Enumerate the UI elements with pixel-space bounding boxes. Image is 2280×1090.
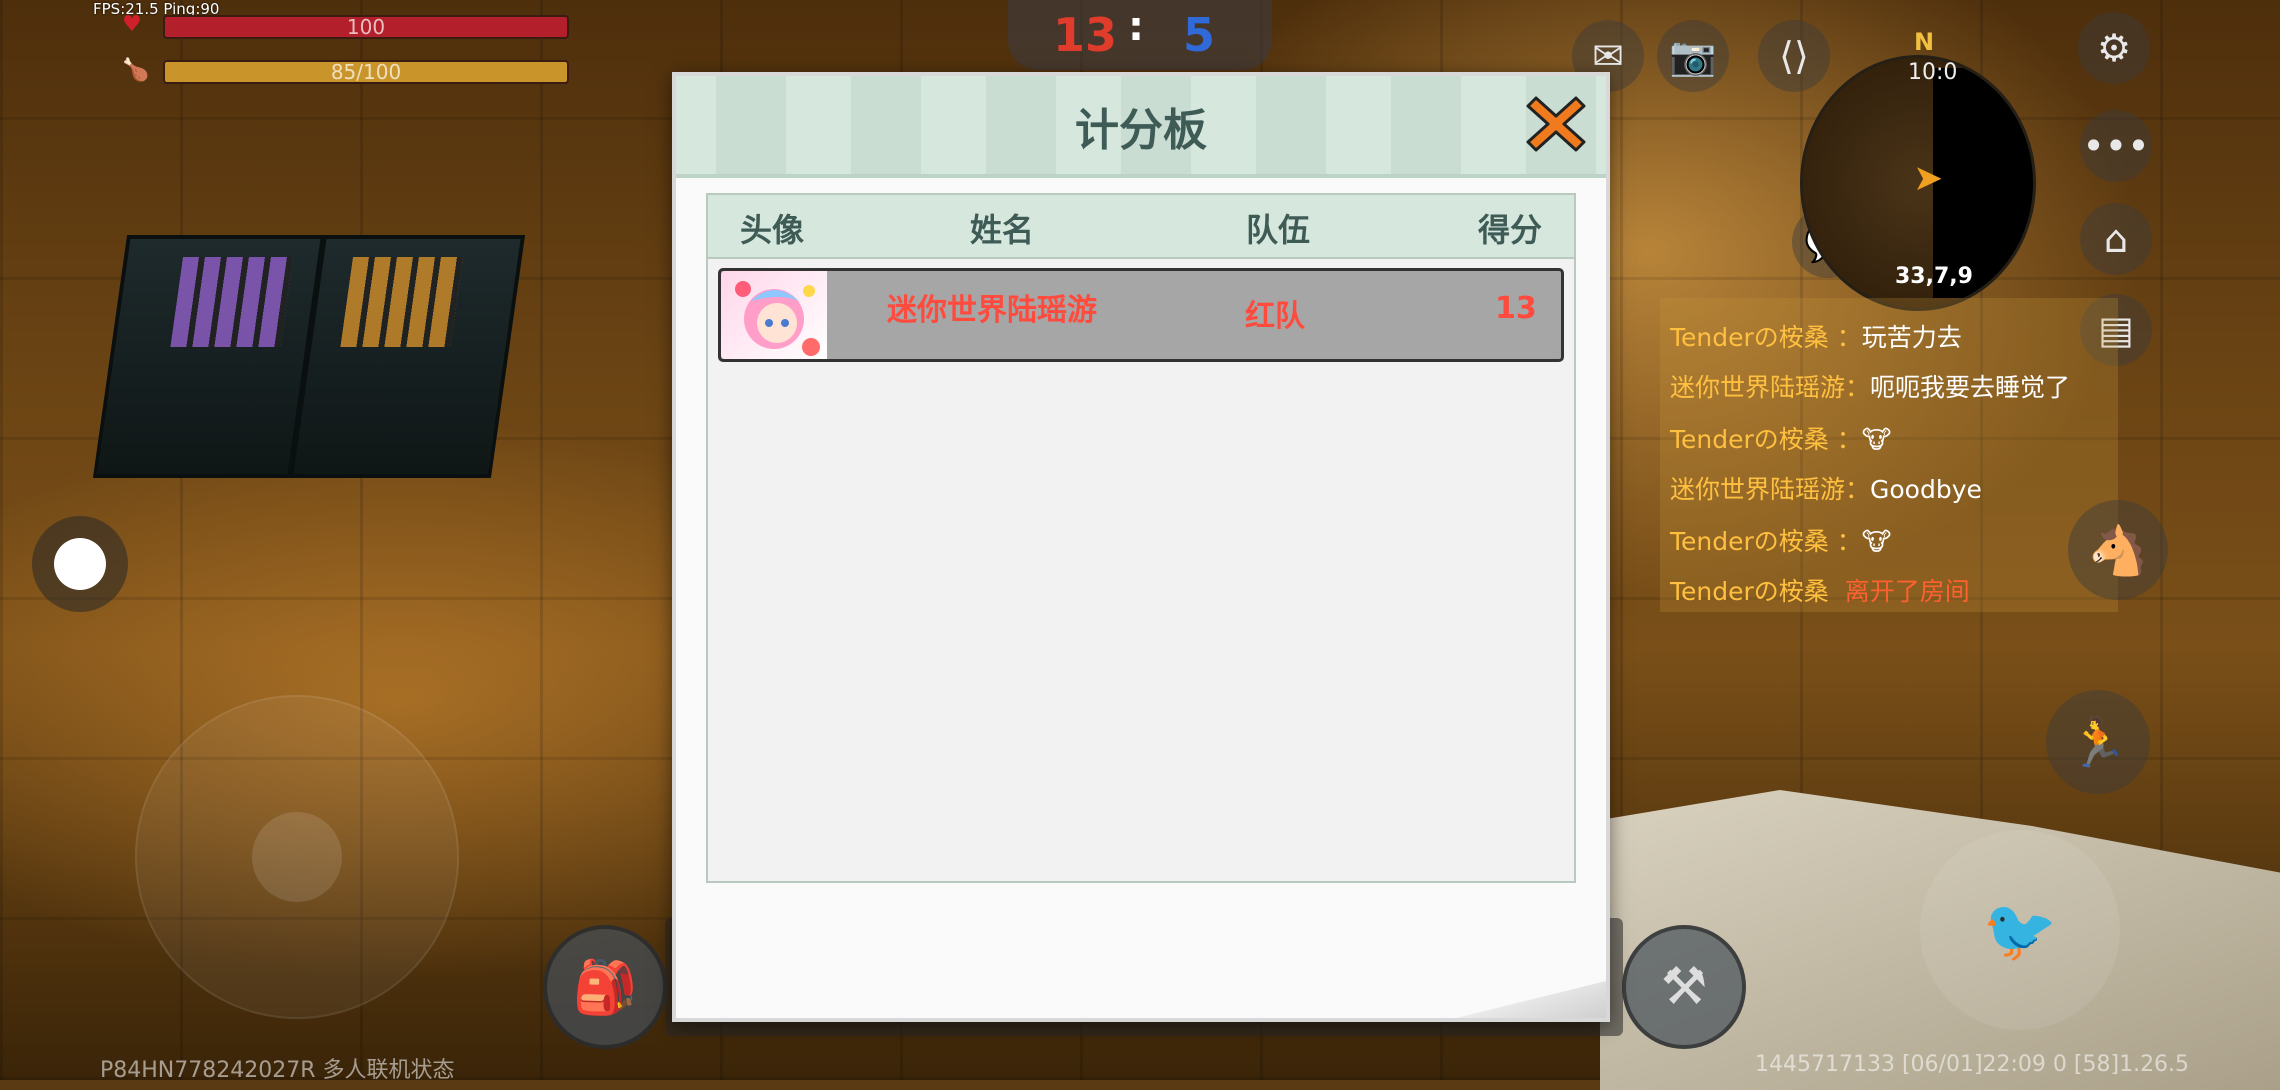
col-name: 姓名 (970, 211, 1035, 249)
team-score-box: 13 : 5 (1008, 0, 1272, 70)
jump-icon[interactable]: 🐦 (1920, 830, 2120, 1030)
wall-door (92, 235, 526, 478)
gear-icon[interactable]: ⚙ (2078, 12, 2150, 84)
more-icon[interactable]: ••• (2080, 110, 2152, 182)
scoreboard-dialog: 计分板 头像 姓名 队伍 得分 迷你世界陆瑶游 红队 13 (672, 72, 1610, 1022)
chat-line: Tenderの桉桑 ：玩苦力去 (1670, 323, 1962, 352)
chat-line: 迷你世界陆瑶游：Goodbye (1670, 475, 1982, 504)
close-icon (1526, 96, 1586, 152)
table-header: 头像 姓名 队伍 得分 (708, 195, 1574, 259)
player-name: 迷你世界陆瑶游 (887, 293, 1097, 328)
score-separator: : (1128, 4, 1144, 50)
dialog-title: 计分板 (1075, 105, 1207, 156)
chat-line: Tenderの桉桑 ：🐮 (1670, 527, 1892, 556)
home-icon[interactable]: ⌂ (2080, 203, 2152, 275)
chat-panel: Tenderの桉桑 ：玩苦力去 迷你世界陆瑶游：呃呃我要去睡觉了 Tenderの… (1660, 298, 2118, 612)
hunger-bar: 85/100 (163, 60, 569, 84)
minimap-time: 10:0 (1908, 60, 1958, 85)
health-bar: 100 (163, 15, 569, 39)
col-team: 队伍 (1246, 211, 1311, 249)
camera-icon[interactable]: 📷 (1657, 20, 1729, 92)
movement-joystick[interactable] (135, 695, 459, 1019)
player-team: 红队 (1245, 299, 1305, 334)
close-button[interactable] (1526, 94, 1586, 154)
avatar (721, 271, 827, 359)
avatar-icon (735, 281, 820, 356)
mount-icon[interactable]: 🐴 (2068, 500, 2168, 600)
chat-line: Tenderの桉桑 离开了房间 (1670, 577, 1970, 606)
chat-line: 迷你世界陆瑶游：呃呃我要去睡觉了 (1670, 373, 2071, 402)
crafting-icon[interactable]: ⚒ (1622, 925, 1746, 1049)
chat-line: Tenderの桉桑 ：🐮 (1670, 425, 1892, 454)
crouch-icon[interactable]: 🏃 (2046, 690, 2150, 794)
page-curl (1456, 981, 1606, 1018)
sticker-icon: 🐮 (1861, 425, 1892, 454)
share-icon[interactable]: ⟨⟩ (1758, 20, 1830, 92)
player-score: 13 (1495, 291, 1537, 326)
heart-icon: ♥ (122, 12, 142, 37)
room-status: P84HN778242027R 多人联机状态 (100, 1058, 455, 1083)
drumstick-icon: 🍗 (122, 58, 150, 83)
sticker-icon: 🐮 (1861, 527, 1892, 556)
red-team-score: 13 (1053, 8, 1118, 62)
blue-team-score: 5 (1183, 8, 1216, 62)
col-score: 得分 (1478, 211, 1543, 249)
score-table: 头像 姓名 队伍 得分 迷你世界陆瑶游 红队 13 (706, 193, 1576, 883)
build-info: 1445717133 [06/01]22:09 0 [58]1.26.5 (1755, 1052, 2190, 1077)
player-arrow-icon: ➤ (1913, 158, 1944, 199)
backpack-icon[interactable]: 🎒 (543, 925, 667, 1049)
joystick-knob[interactable] (252, 812, 342, 902)
dialog-header: 计分板 (676, 76, 1606, 178)
toggle-button[interactable] (32, 516, 128, 612)
table-row[interactable]: 迷你世界陆瑶游 红队 13 (718, 268, 1564, 362)
player-coordinates: 33,7,9 (1895, 264, 1973, 289)
minimap-north: N (1914, 28, 1935, 56)
col-avatar: 头像 (740, 211, 805, 249)
